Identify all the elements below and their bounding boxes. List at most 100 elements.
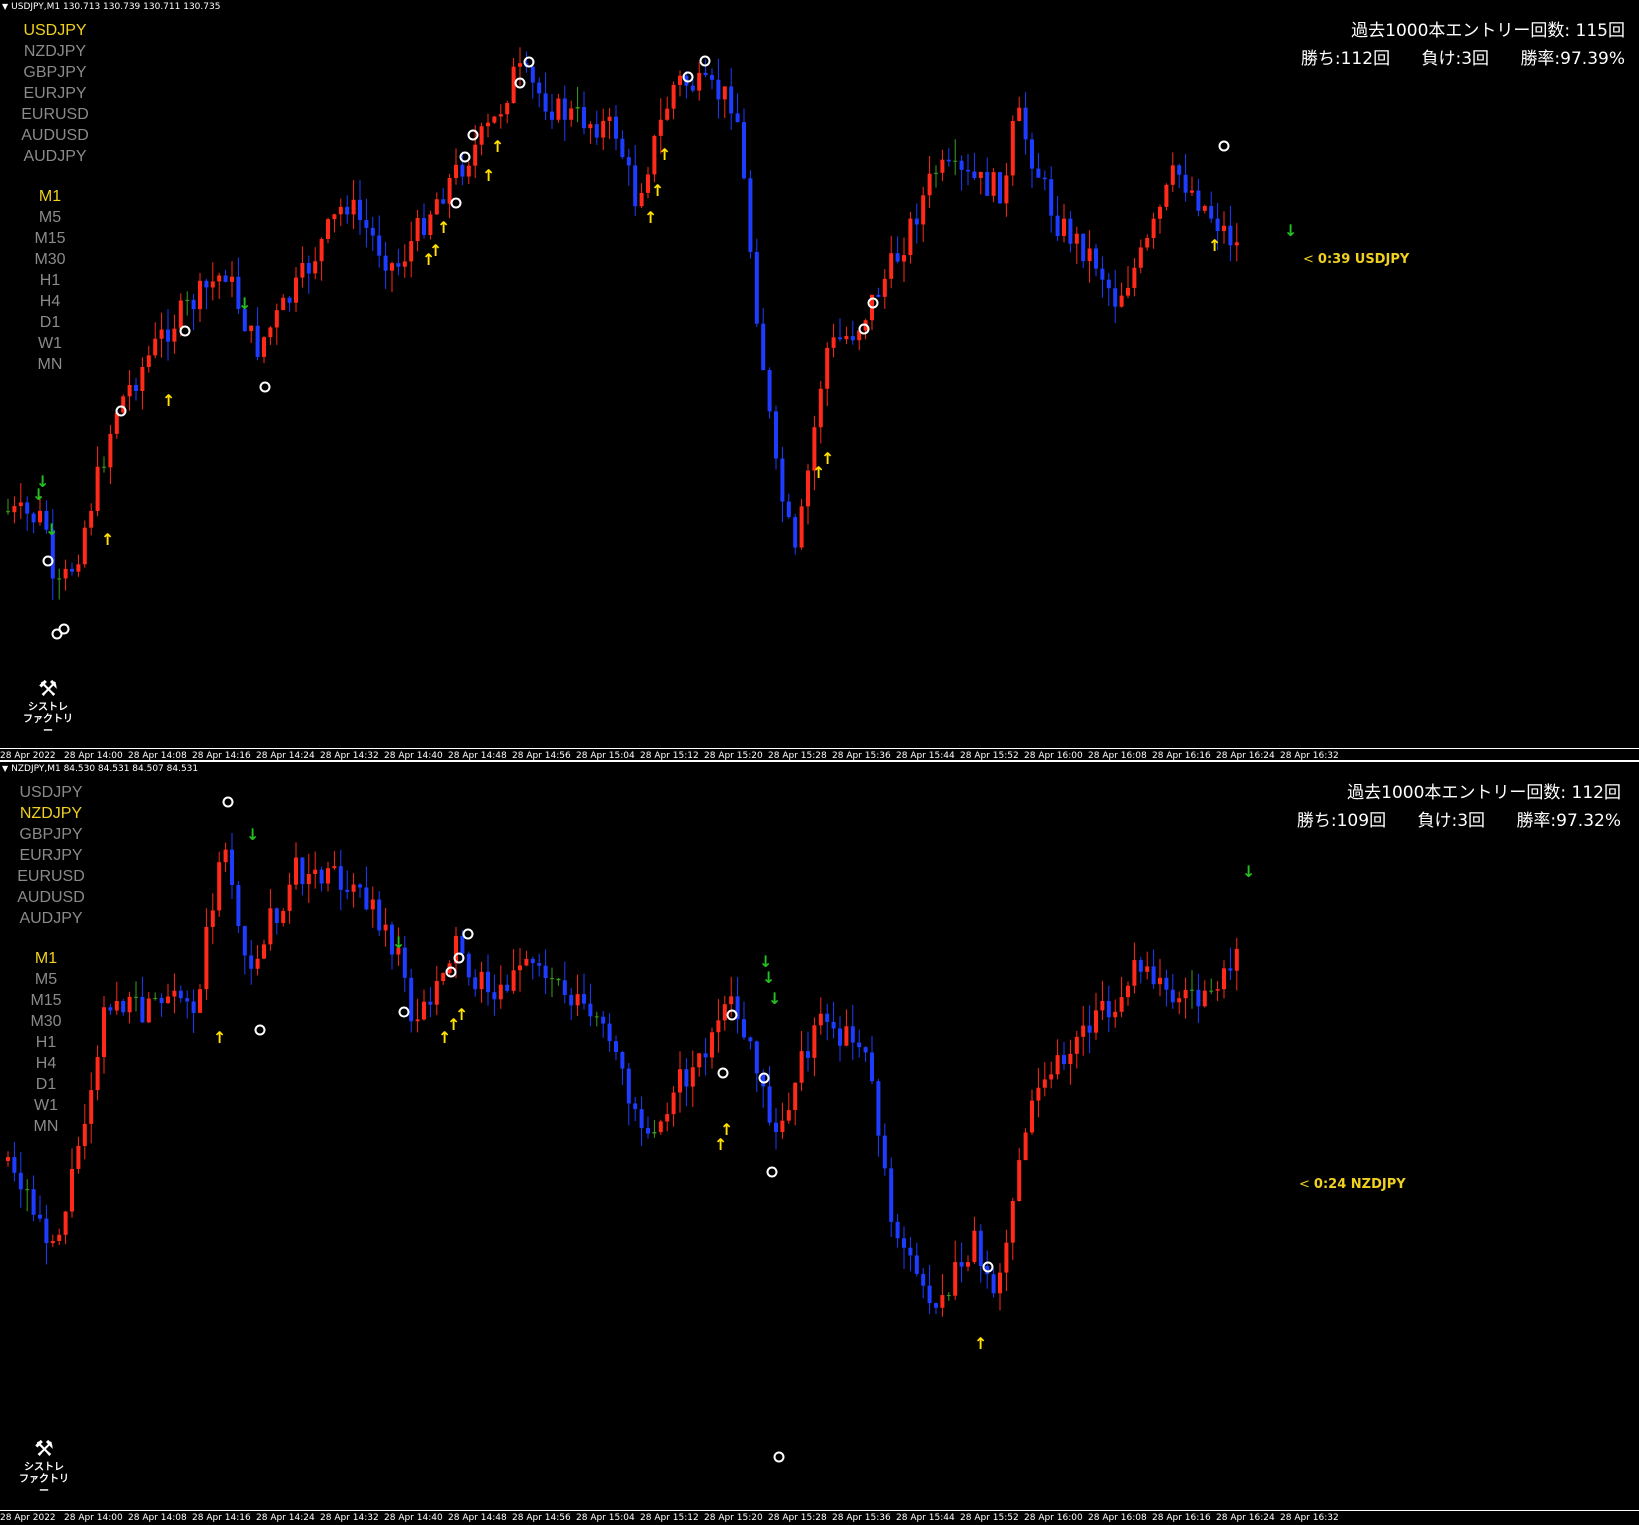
- candle-body: [716, 1020, 721, 1033]
- candle-body: [966, 1262, 970, 1267]
- candle-body: [652, 1132, 657, 1134]
- timeframe-item-m15[interactable]: M15: [10, 228, 90, 249]
- candle-body: [742, 1019, 746, 1038]
- candle-body: [774, 1122, 778, 1133]
- candle-body: [274, 908, 279, 923]
- timeframe-item-m15[interactable]: M15: [6, 990, 86, 1011]
- candle-body: [140, 366, 145, 392]
- timeframe-item-m5[interactable]: M5: [10, 207, 90, 228]
- candle-body: [575, 107, 580, 109]
- symbol-item-eurusd[interactable]: EURUSD: [6, 866, 96, 887]
- candle-body: [294, 277, 298, 303]
- candlestick-chart[interactable]: ↑ ↑↑↑↑↑↑↓↓↓↓↓↓: [0, 762, 1639, 1511]
- candle-body: [396, 263, 401, 267]
- candle-body: [95, 1057, 100, 1091]
- symbol-item-eurusd[interactable]: EURUSD: [10, 104, 100, 125]
- logo: ⚒ シストレ ファクトリー: [16, 1438, 72, 1498]
- time-axis-label: 28 Apr 15:36: [832, 1513, 891, 1523]
- symbol-item-audusd[interactable]: AUDUSD: [6, 887, 96, 908]
- winrate-text: 勝率:97.32%: [1516, 811, 1621, 831]
- wins-text: 勝ち:112回: [1300, 49, 1391, 69]
- candle-body: [914, 218, 919, 225]
- candle-body: [319, 238, 324, 262]
- candle-body: [319, 869, 324, 884]
- symbol-item-audjpy[interactable]: AUDJPY: [10, 146, 100, 167]
- result-circle-icon: [450, 197, 462, 209]
- timeframe-item-m30[interactable]: M30: [6, 1011, 86, 1032]
- symbol-item-nzdjpy[interactable]: NZDJPY: [6, 803, 96, 824]
- buy-arrow-icon: ↑: [651, 181, 664, 200]
- timeframe-item-m1[interactable]: M1: [6, 948, 86, 969]
- candle-body: [345, 206, 350, 215]
- candle-body: [812, 1025, 817, 1058]
- candle-body: [255, 325, 260, 357]
- candle-body: [460, 935, 465, 954]
- candle-body: [6, 1157, 10, 1161]
- candle-body: [204, 926, 209, 990]
- timeframe-item-h4[interactable]: H4: [10, 291, 90, 312]
- candle-body: [1183, 174, 1188, 193]
- symbol-item-gbpjpy[interactable]: GBPJPY: [6, 824, 96, 845]
- result-circle-icon: [773, 1451, 785, 1463]
- candle-countdown: <0:24 NZDJPY: [1299, 1177, 1406, 1192]
- candle-body: [134, 384, 138, 392]
- candle-body: [697, 1053, 702, 1068]
- candle-body: [658, 119, 663, 136]
- symbol-item-audusd[interactable]: AUDUSD: [10, 125, 100, 146]
- symbol-item-gbpjpy[interactable]: GBPJPY: [10, 62, 100, 83]
- candle-body: [146, 355, 151, 367]
- candle-body: [562, 980, 567, 995]
- timeframe-item-h4[interactable]: H4: [6, 1053, 86, 1074]
- symbol-item-eurjpy[interactable]: EURJPY: [6, 845, 96, 866]
- timeframe-item-m5[interactable]: M5: [6, 969, 86, 990]
- timeframe-item-w1[interactable]: W1: [6, 1095, 86, 1116]
- timeframe-item-m1[interactable]: M1: [10, 186, 90, 207]
- timeframe-item-mn[interactable]: MN: [6, 1116, 86, 1137]
- buy-arrow-icon: ↑: [482, 166, 495, 185]
- candle-body: [850, 336, 855, 341]
- symbol-item-usdjpy[interactable]: USDJPY: [6, 782, 96, 803]
- candle-body: [1145, 966, 1150, 972]
- candle-body: [793, 1082, 798, 1111]
- symbol-item-eurjpy[interactable]: EURJPY: [10, 83, 100, 104]
- candle-body: [601, 120, 606, 138]
- result-circle-icon: [259, 381, 271, 393]
- candle-body: [639, 1109, 644, 1128]
- candle-body: [850, 1026, 855, 1043]
- symbol-item-usdjpy[interactable]: USDJPY: [10, 20, 100, 41]
- candle-body: [857, 1042, 862, 1048]
- symbol-item-nzdjpy[interactable]: NZDJPY: [10, 41, 100, 62]
- timeframe-item-d1[interactable]: D1: [6, 1074, 86, 1095]
- candle-body: [38, 1214, 42, 1219]
- chart-panel-nzdjpy[interactable]: ▼ NZDJPY,M1 84.530 84.531 84.507 84.531 ↑…: [0, 762, 1639, 1525]
- timeframe-item-h1[interactable]: H1: [6, 1032, 86, 1053]
- buy-arrow-icon: ↑: [429, 241, 442, 260]
- candle-body: [684, 1069, 689, 1087]
- candle-body: [287, 884, 292, 911]
- candle-body: [1119, 997, 1124, 1012]
- candle-body: [639, 192, 644, 207]
- candlestick-chart[interactable]: ↑↑↑↑↑↑↑↑↑↑↑↑↑↓↓↓↓↓: [0, 0, 1639, 748]
- candle-body: [1177, 998, 1182, 1003]
- candle-body: [652, 135, 657, 175]
- chart-panel-usdjpy[interactable]: ▼ USDJPY,M1 130.713 130.739 130.711 130.7…: [0, 0, 1639, 762]
- timeframe-item-d1[interactable]: D1: [10, 312, 90, 333]
- candle-body: [127, 996, 132, 1013]
- timeframe-item-mn[interactable]: MN: [10, 354, 90, 375]
- candle-body: [198, 989, 202, 1013]
- candle-body: [556, 98, 561, 120]
- symbol-item-audjpy[interactable]: AUDJPY: [6, 908, 96, 929]
- timeframe-item-m30[interactable]: M30: [10, 249, 90, 270]
- candle-body: [703, 72, 708, 76]
- time-axis-label: 28 Apr 15:12: [640, 1513, 699, 1523]
- candle-body: [818, 388, 823, 428]
- candle-body: [415, 218, 420, 242]
- candle-body: [1017, 1160, 1022, 1201]
- result-circle-icon: [523, 56, 535, 68]
- sell-arrow-icon: ↓: [45, 520, 58, 539]
- candle-body: [959, 160, 964, 170]
- timeframe-item-h1[interactable]: H1: [10, 270, 90, 291]
- candle-body: [25, 502, 30, 514]
- candle-body: [550, 978, 554, 980]
- timeframe-item-w1[interactable]: W1: [10, 333, 90, 354]
